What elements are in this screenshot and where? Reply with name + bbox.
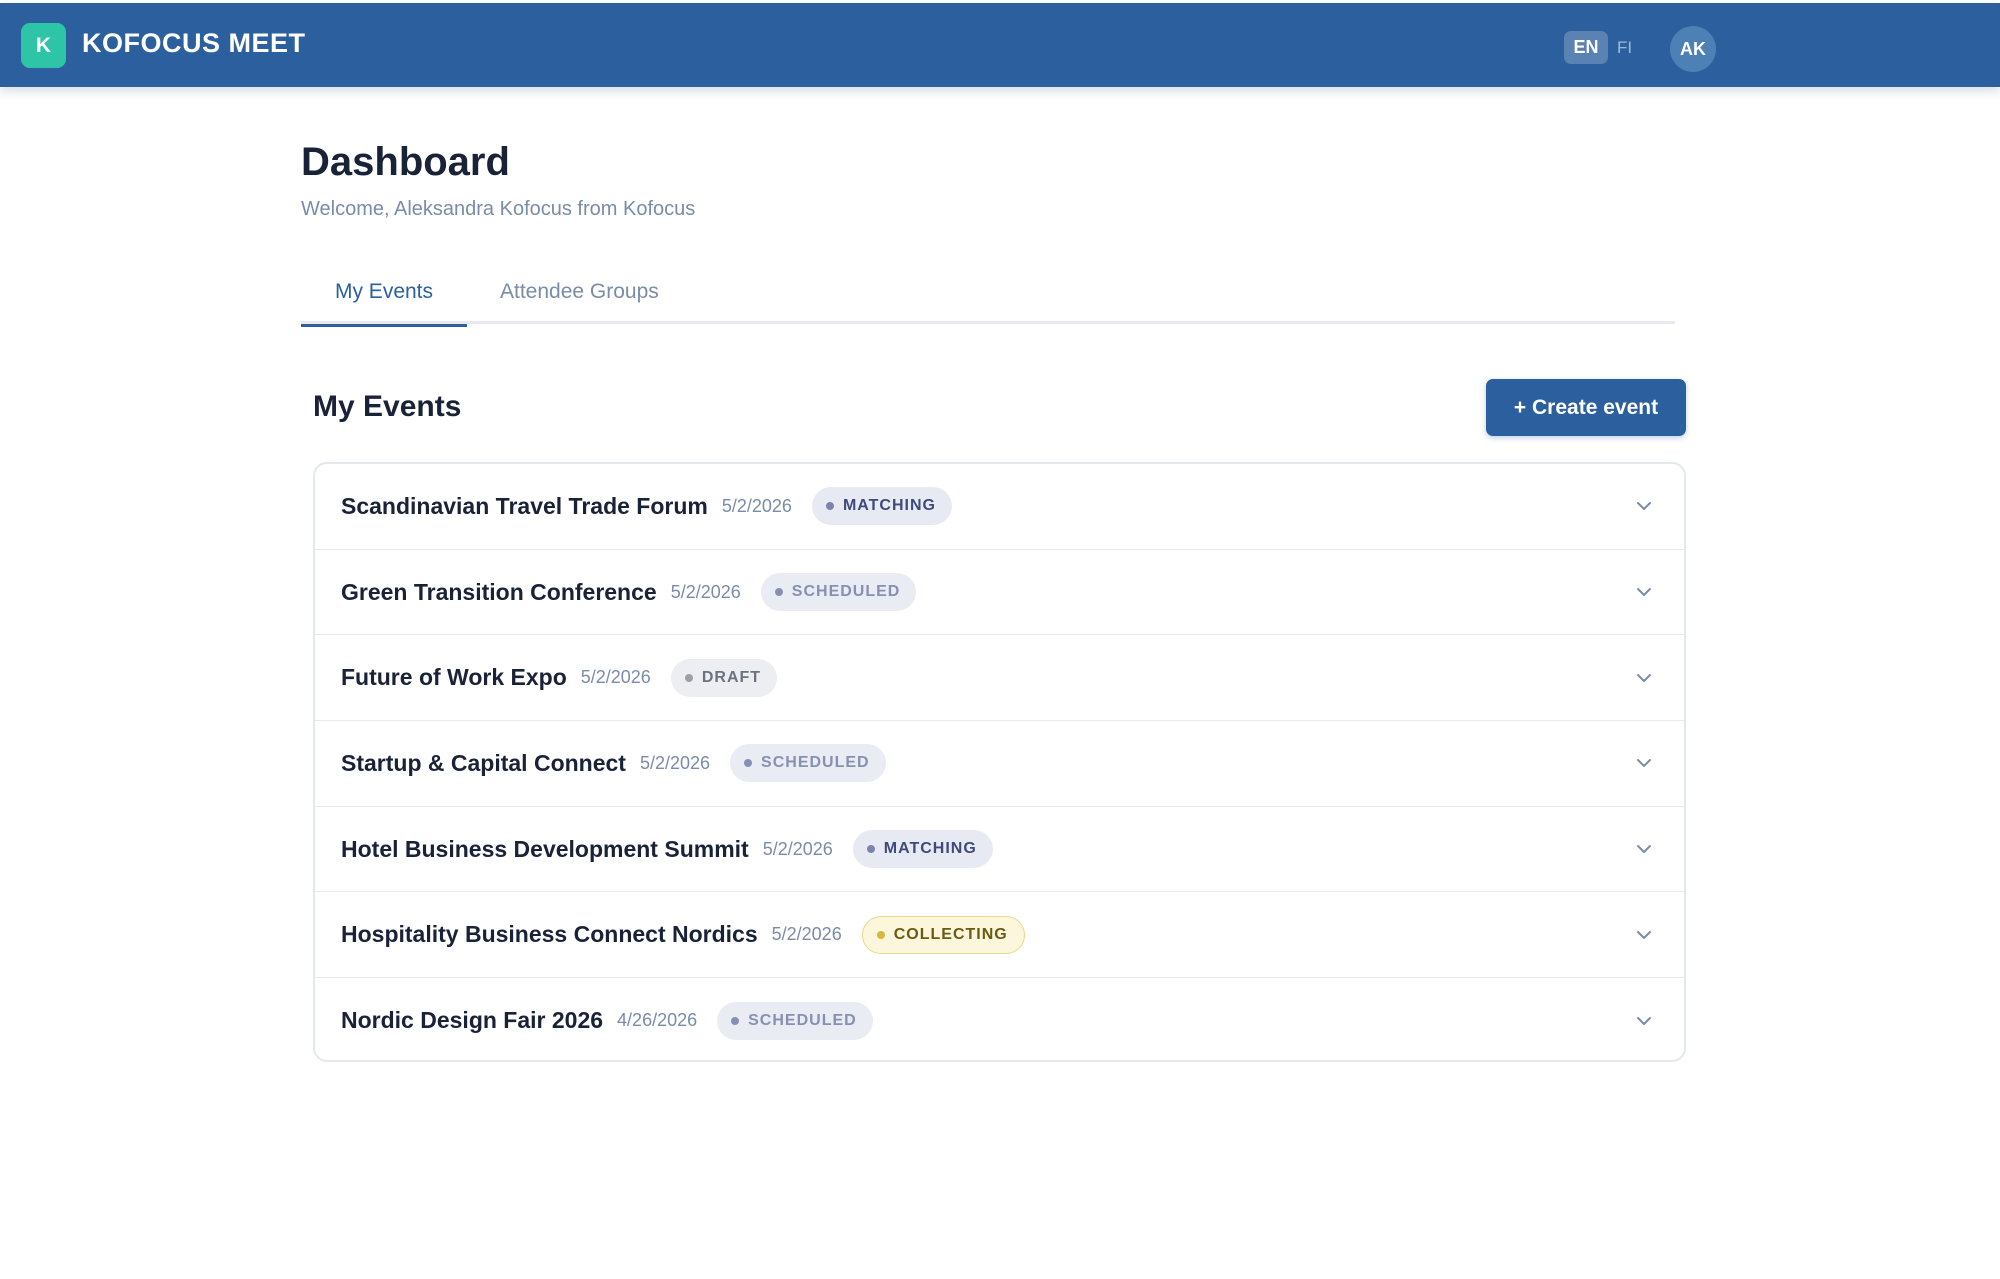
event-row[interactable]: Hospitality Business Connect Nordics 5/2/… [315,892,1684,979]
language-en-button[interactable]: EN [1564,31,1608,64]
status-label: SCHEDULED [791,583,901,601]
event-row[interactable]: Scandinavian Travel Trade Forum 5/2/2026 M… [315,464,1684,550]
event-row[interactable]: Green Transition Conference 5/2/2026 SCHED… [315,550,1684,636]
event-name: Hotel Business Development Summit [341,835,749,862]
status-badge: MATCHING [811,487,952,526]
status-label: MATCHING [842,497,936,515]
event-name: Hospitality Business Connect Nordics [341,921,758,948]
app-logo[interactable]: K [21,23,66,68]
top-navbar: K KOFOCUS MEET EN FI AK [0,3,2000,87]
page-title: Dashboard [301,140,510,184]
event-date: 5/2/2026 [771,924,842,945]
event-row[interactable]: Hotel Business Development Summit 5/2/202… [315,807,1684,893]
status-dot-icon [684,673,693,682]
status-dot-icon [876,930,885,939]
chevron-down-icon[interactable] [1634,1011,1654,1031]
event-row[interactable]: Future of Work Expo 5/2/2026 DRAFT [315,635,1684,722]
event-date: 4/26/2026 [617,1010,698,1031]
event-row[interactable]: Startup & Capital Connect 5/2/2026 SCHEDUL… [315,721,1684,807]
status-badge: SCHEDULED [717,1001,873,1040]
status-dot-icon [866,845,875,854]
chevron-down-icon[interactable] [1634,582,1654,602]
chevron-down-icon[interactable] [1634,496,1654,516]
event-name: Startup & Capital Connect [341,749,626,776]
section-title: My Events [313,390,462,423]
status-label: MATCHING [883,840,977,858]
status-label: DRAFT [701,668,762,686]
user-avatar[interactable]: AK [1670,26,1716,72]
event-name: Green Transition Conference [341,578,657,605]
status-badge: SCHEDULED [760,573,917,612]
dashboard-tabs: My Events Attendee Groups [301,268,1675,327]
status-badge: SCHEDULED [730,744,886,783]
status-dot-icon [825,502,834,511]
app-title[interactable]: KOFOCUS MEET [82,28,306,59]
status-badge: DRAFT [670,658,778,697]
status-dot-icon [774,588,783,597]
event-name: Nordic Design Fair 2026 [341,1007,604,1034]
event-name: Scandinavian Travel Trade Forum [341,492,708,519]
status-label: SCHEDULED [748,1011,857,1029]
create-event-button[interactable]: + Create event [1486,379,1686,436]
tab-attendee-groups[interactable]: Attendee Groups [500,280,659,324]
status-badge: MATCHING [852,830,993,869]
event-date: 5/2/2026 [762,838,833,859]
events-list: Scandinavian Travel Trade Forum 5/2/2026 M… [313,462,1686,1062]
chevron-down-icon[interactable] [1634,668,1654,688]
event-date: 5/2/2026 [639,752,711,773]
chevron-down-icon[interactable] [1634,925,1654,945]
language-fi-button[interactable]: FI [1617,38,1632,58]
status-badge: COLLECTING [861,915,1025,954]
event-name: Future of Work Expo [341,664,567,691]
chevron-down-icon[interactable] [1634,839,1654,859]
status-label: SCHEDULED [761,754,870,772]
status-dot-icon [744,759,753,768]
event-date: 5/2/2026 [580,667,651,688]
event-date: 5/2/2026 [670,581,741,602]
chevron-down-icon[interactable] [1634,753,1654,773]
welcome-text: Welcome, Aleksandra Kofocus from Kofocus [301,198,696,220]
event-date: 5/2/2026 [721,495,792,516]
event-row[interactable]: Nordic Design Fair 2026 4/26/2026 SCHEDULE… [315,978,1684,1060]
status-dot-icon [731,1016,740,1025]
status-label: COLLECTING [893,925,1008,943]
tab-my-events[interactable]: My Events [301,280,467,327]
